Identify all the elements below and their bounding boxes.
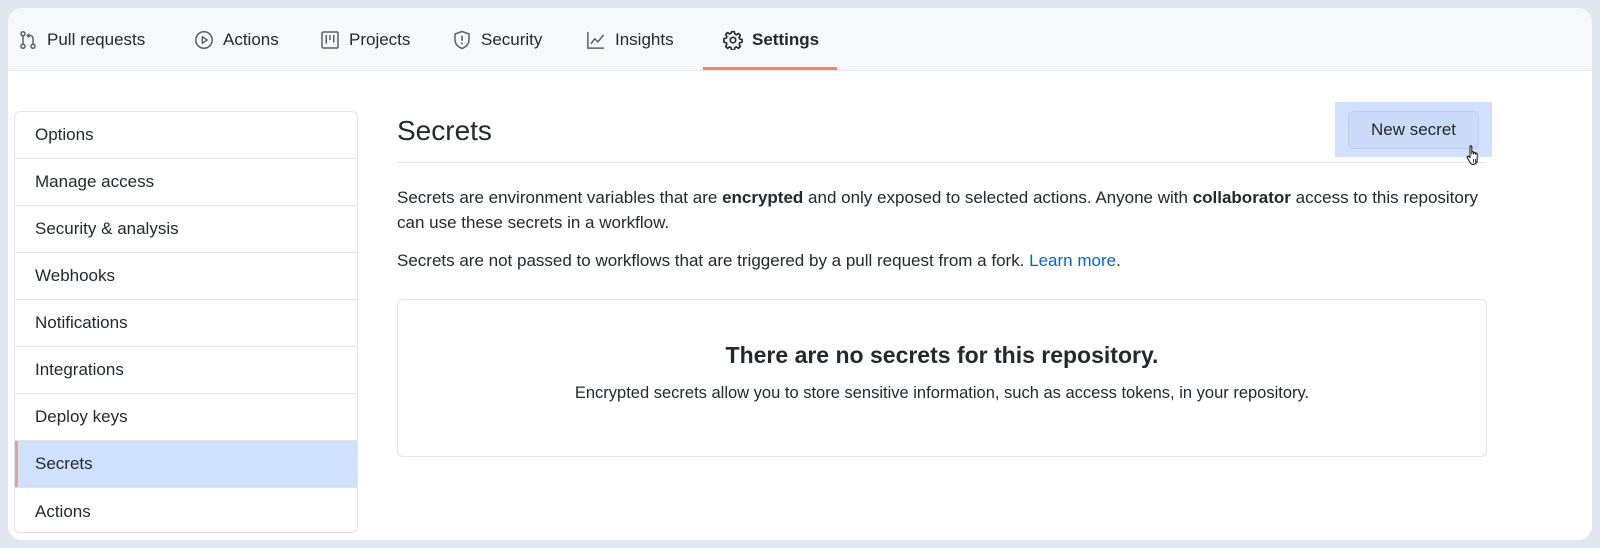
tab-insights[interactable]: Insights <box>586 8 674 71</box>
page-title: Secrets <box>397 115 492 146</box>
tab-label: Pull requests <box>47 29 146 49</box>
tab-label: Projects <box>349 29 411 49</box>
settings-sidebar: Options Manage access Security & analysi… <box>14 111 358 533</box>
sidebar-item-webhooks[interactable]: Webhooks <box>15 253 357 300</box>
empty-state-title: There are no secrets for this repository… <box>725 342 1159 368</box>
sidebar-item-label: Deploy keys <box>35 407 128 426</box>
tab-actions[interactable]: Actions <box>194 8 279 71</box>
play-icon <box>195 30 213 49</box>
tab-label: Actions <box>223 29 279 49</box>
sidebar-item-deploy-keys[interactable]: Deploy keys <box>15 394 357 441</box>
tab-pull-requests[interactable]: Pull requests <box>18 8 145 71</box>
sidebar-item-manage-access[interactable]: Manage access <box>15 159 357 206</box>
sidebar-item-label: Secrets <box>35 454 93 473</box>
new-secret-button[interactable]: New secret <box>1348 111 1479 149</box>
sidebar-item-label: Manage access <box>35 172 155 191</box>
tab-label: Insights <box>615 29 674 49</box>
tab-label: Settings <box>752 29 820 49</box>
window-frame: Pull requests Actions Projects Security <box>8 8 1592 540</box>
git-pull-request-icon <box>20 30 36 49</box>
repo-nav: Pull requests Actions Projects Security <box>8 8 1592 71</box>
sidebar-item-label: Integrations <box>35 360 124 379</box>
tab-projects[interactable]: Projects <box>320 8 410 71</box>
sidebar-item-security-analysis[interactable]: Security & analysis <box>15 206 357 253</box>
graph-icon <box>587 31 605 49</box>
description-text: and only exposed to selected actions. An… <box>803 188 1193 207</box>
sidebar-item-integrations[interactable]: Integrations <box>15 347 357 394</box>
sidebar-item-label: Webhooks <box>35 266 116 285</box>
hand-cursor-icon <box>1466 145 1478 165</box>
gear-icon <box>723 30 743 50</box>
shield-icon <box>454 30 470 49</box>
selected-tab-indicator <box>703 67 837 70</box>
tab-label: Security <box>481 29 543 49</box>
empty-state-text: Encrypted secrets allow you to store sen… <box>574 384 1310 402</box>
fork-note-suffix: . <box>1116 251 1121 270</box>
sidebar-item-label: Security & analysis <box>35 219 179 238</box>
sidebar-item-options[interactable]: Options <box>15 112 357 159</box>
fork-note-text: Secrets are not passed to workflows that… <box>397 251 1030 270</box>
description-emphasis: encrypted <box>722 188 804 207</box>
empty-state-box: There are no secrets for this repository… <box>397 299 1487 457</box>
sidebar-item-secrets[interactable]: Secrets <box>15 441 357 488</box>
sidebar-item-label: Notifications <box>35 313 128 332</box>
title-divider <box>397 162 1486 163</box>
sidebar-item-actions[interactable]: Actions <box>15 488 357 532</box>
project-icon <box>321 30 339 49</box>
fork-note: Secrets are not passed to workflows that… <box>397 248 1487 273</box>
sidebar-item-label: Actions <box>35 501 91 521</box>
secrets-description: Secrets are environment variables that a… <box>397 185 1487 235</box>
tab-security[interactable]: Security <box>452 8 542 71</box>
description-text: Secrets are environment variables that a… <box>397 188 723 207</box>
tab-settings[interactable]: Settings <box>723 8 819 71</box>
sidebar-item-notifications[interactable]: Notifications <box>15 300 357 347</box>
description-emphasis: collaborator <box>1192 188 1291 207</box>
learn-more-link[interactable]: Learn more <box>1029 251 1116 270</box>
sidebar-item-label: Options <box>35 125 94 144</box>
